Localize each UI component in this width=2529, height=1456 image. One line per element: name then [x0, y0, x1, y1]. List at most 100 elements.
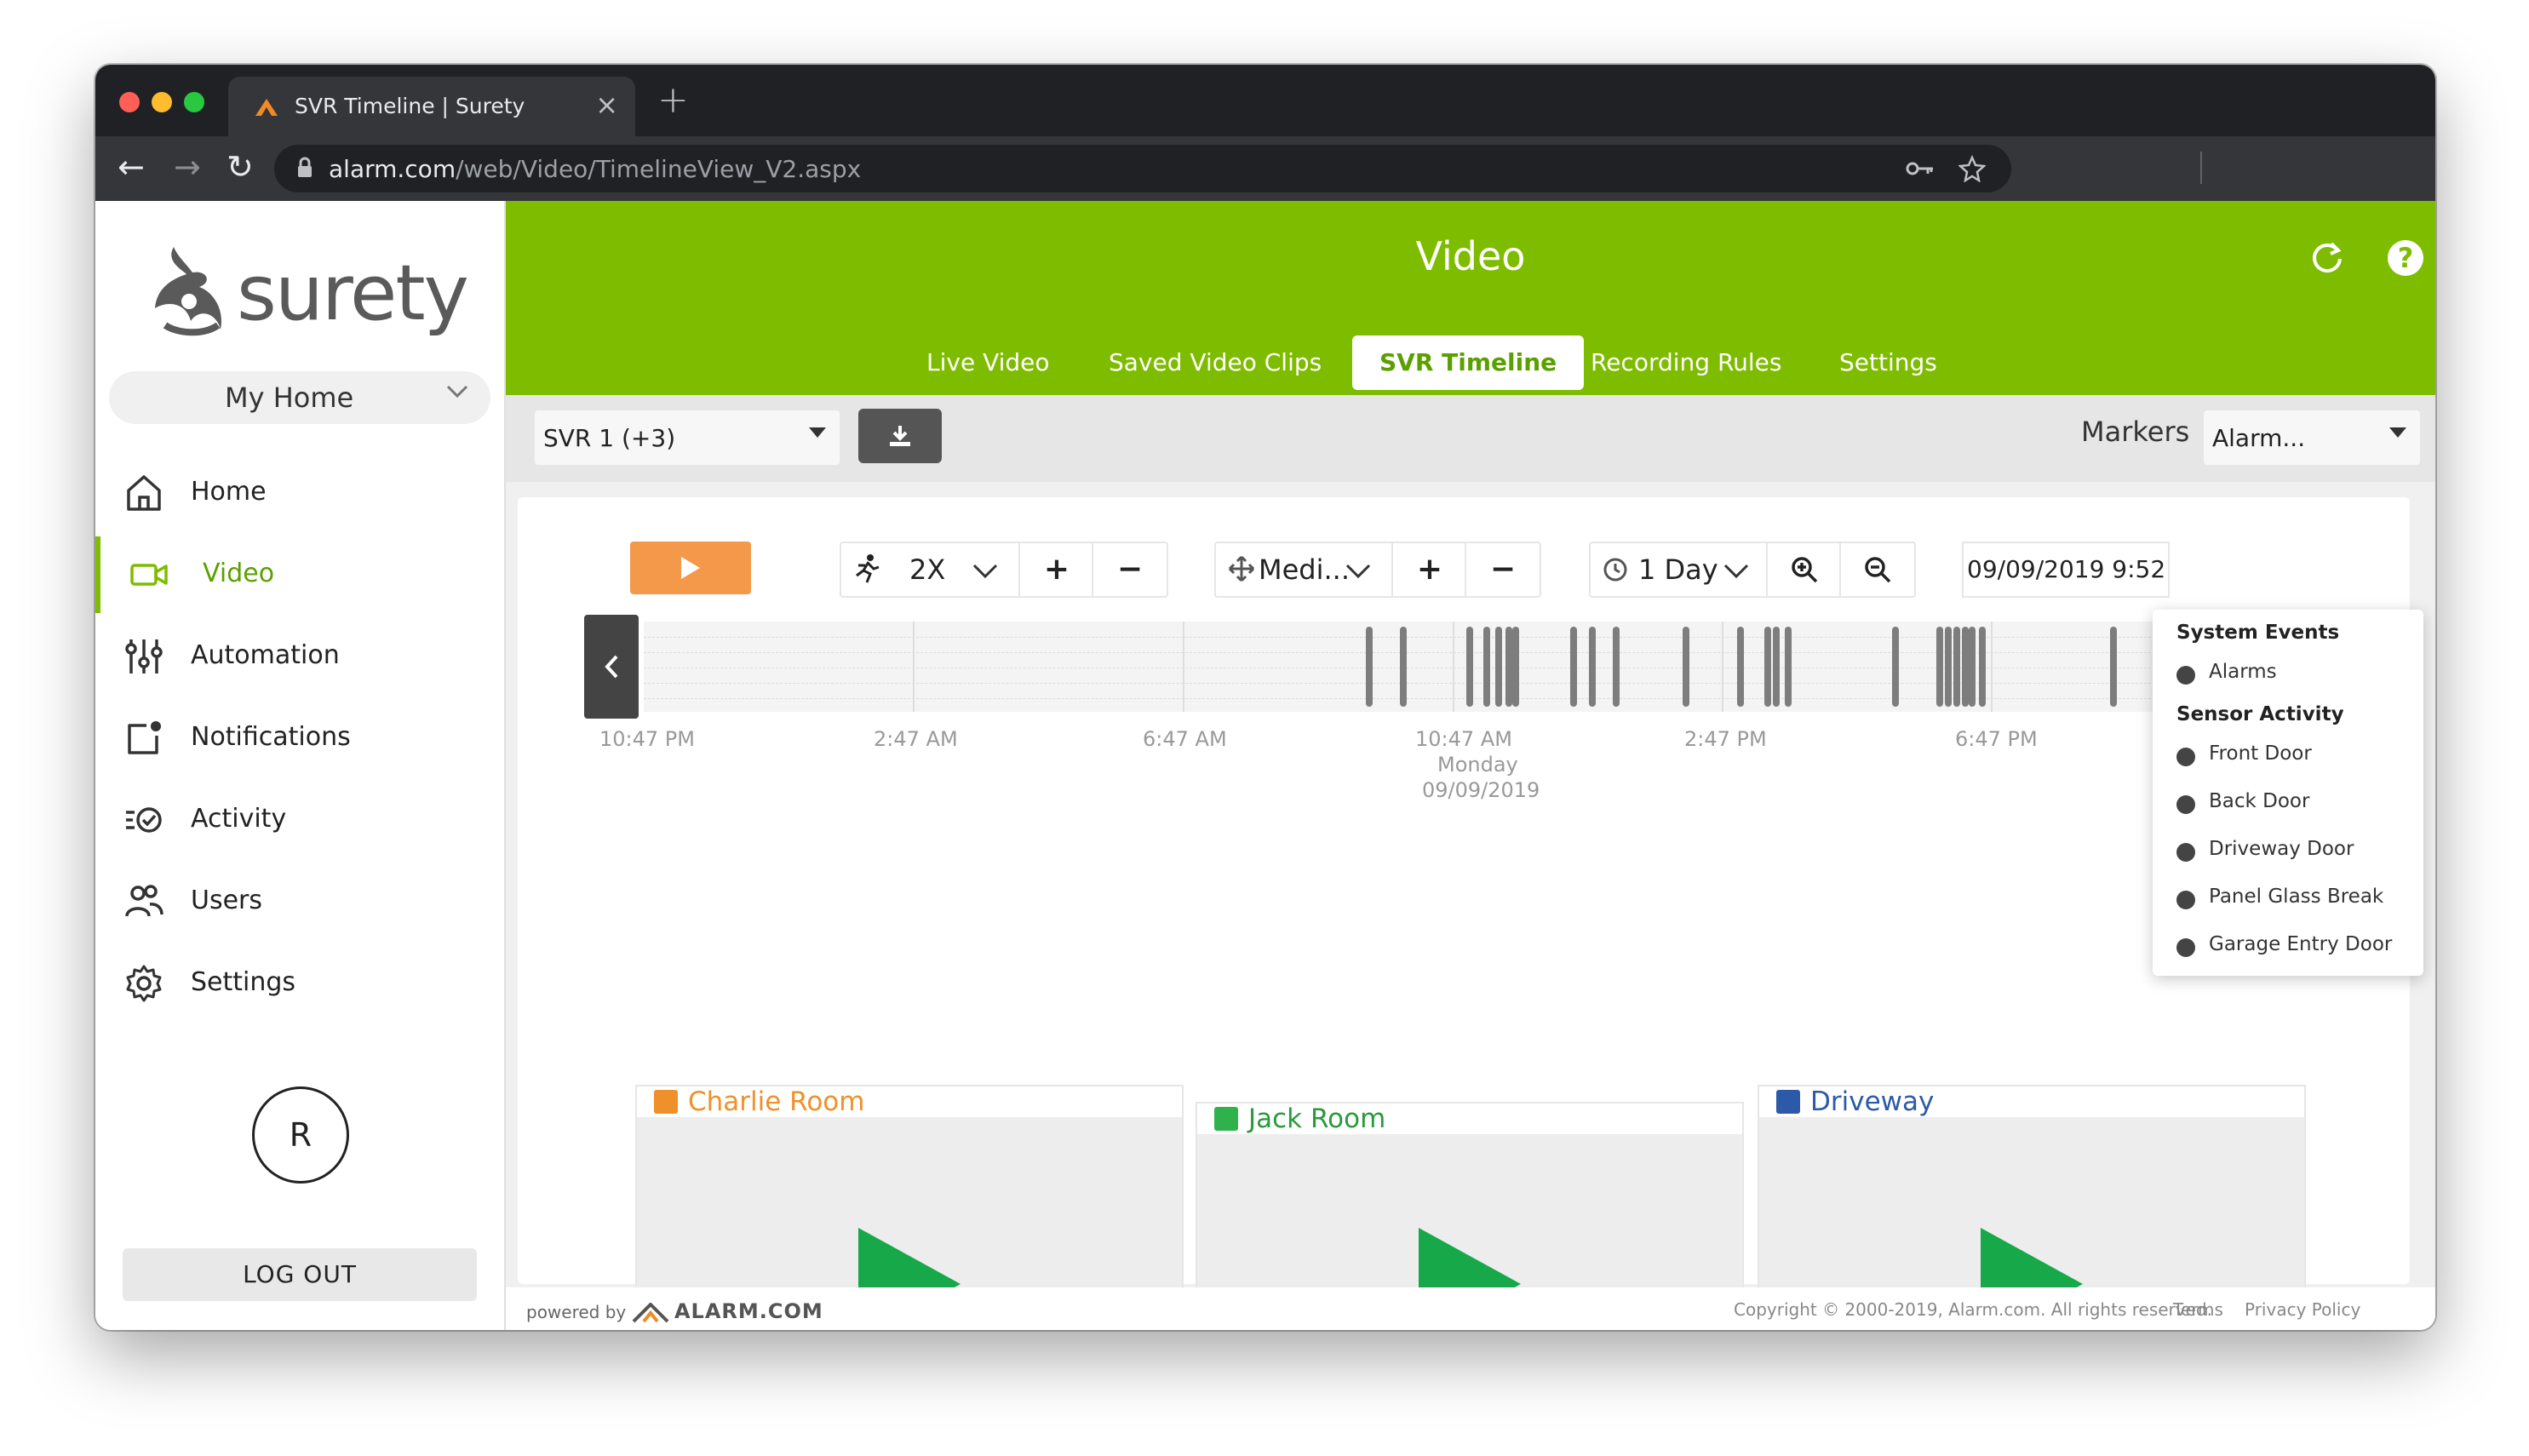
timeline-event-marker[interactable] [1589, 627, 1596, 707]
timeline-label: 2:47 AM [874, 727, 958, 751]
radio-dot-icon [2176, 843, 2195, 862]
markers-label: Markers [2081, 416, 2190, 448]
camera-color-swatch [1214, 1107, 1238, 1131]
play-all-button[interactable] [630, 542, 751, 594]
tab-live-video[interactable]: Live Video [899, 335, 1077, 390]
new-tab-button[interactable]: + [657, 78, 689, 122]
sidebar-item-label: Automation [191, 640, 340, 670]
copyright: Copyright © 2000-2019, Alarm.com. All ri… [1734, 1299, 2212, 1320]
chevron-left-icon [605, 655, 618, 679]
help-icon[interactable]: ? [2388, 240, 2423, 276]
timeline-event-marker[interactable] [1953, 627, 1960, 707]
camera-color-swatch [1776, 1090, 1800, 1114]
svr-select[interactable]: SVR 1 (+3) [535, 410, 840, 465]
timeline-label: 10:47 AM [1415, 727, 1512, 751]
zoom-in-button[interactable] [1766, 543, 1841, 596]
timeline-label: 10:47 PM [599, 727, 695, 751]
radio-dot-icon [2176, 795, 2195, 814]
sidebar-item-users[interactable]: Users [95, 863, 504, 940]
download-button[interactable] [858, 409, 942, 463]
timeline-event-marker[interactable] [2110, 627, 2117, 707]
timeline-label: 6:47 PM [1955, 727, 2038, 751]
timeline-event-marker[interactable] [1466, 627, 1473, 707]
surety-favicon-icon [255, 99, 278, 116]
chevron-down-icon[interactable] [1723, 564, 1749, 579]
key-icon[interactable] [1906, 158, 1935, 179]
privacy-policy-link[interactable]: Privacy Policy [2245, 1299, 2360, 1320]
markers-select[interactable]: Alarm... [2204, 410, 2420, 465]
timeline-label: 2:47 PM [1684, 727, 1767, 751]
timeline-event-marker[interactable] [1969, 627, 1976, 707]
timeline-event-marker[interactable] [1945, 627, 1952, 707]
timeline-event-marker[interactable] [1683, 627, 1689, 707]
markers-dropdown: System Events Alarms Sensor Activity Fro… [2153, 610, 2423, 976]
clock-icon [1603, 558, 1627, 582]
tab-svr-timeline[interactable]: SVR Timeline [1352, 335, 1585, 390]
camera-name: Driveway [1810, 1086, 1935, 1117]
timeline-event-marker[interactable] [1773, 627, 1780, 707]
minimize-window-button[interactable] [152, 92, 172, 112]
location-selector[interactable]: My Home [109, 371, 490, 424]
refresh-icon[interactable] [2309, 240, 2345, 276]
speed-increase-button[interactable]: + [1018, 543, 1093, 596]
zoom-out-button[interactable] [1839, 543, 1914, 596]
timeline-track[interactable] [644, 622, 2236, 712]
tab-settings[interactable]: Settings [1812, 335, 1964, 390]
timeline-back-button[interactable] [584, 615, 639, 719]
date-input[interactable]: 09/09/2019 9:52 [1962, 542, 2170, 598]
chevron-down-icon[interactable] [1345, 564, 1371, 579]
close-tab-icon[interactable]: × [595, 89, 618, 121]
avatar[interactable]: R [252, 1086, 349, 1184]
timeline-event-marker[interactable] [1962, 627, 1969, 707]
timeline-event-marker[interactable] [1400, 627, 1407, 707]
sidebar-item-notifications[interactable]: Notifications [95, 700, 504, 777]
forward-icon[interactable]: → [174, 148, 201, 186]
timeline-event-marker[interactable] [1570, 627, 1577, 707]
page-title: Video [1415, 233, 1526, 279]
back-icon[interactable]: ← [118, 148, 145, 186]
sidebar-item-video[interactable]: Video [95, 536, 509, 613]
tab-recording-rules[interactable]: Recording Rules [1563, 335, 1809, 390]
address-bar[interactable]: alarm.com/web/Video/TimelineView_V2.aspx [274, 145, 2011, 192]
timeline-event-marker[interactable] [1892, 627, 1899, 707]
terms-link[interactable]: Terms [2173, 1299, 2223, 1320]
sidebar-item-home[interactable]: Home [95, 455, 504, 531]
brand-name: surety [237, 249, 469, 338]
camera-name: Charlie Room [688, 1086, 865, 1117]
close-window-button[interactable] [119, 92, 140, 112]
timeline-event-marker[interactable] [1737, 627, 1744, 707]
browser-tab[interactable]: SVR Timeline | Surety × [228, 77, 635, 136]
timeline-event-marker[interactable] [1483, 627, 1490, 707]
tab-saved-video-clips[interactable]: Saved Video Clips [1081, 335, 1349, 390]
timeline-event-marker[interactable] [1936, 627, 1943, 707]
chevron-down-icon[interactable] [972, 564, 998, 579]
sidebar-item-activity[interactable]: Activity [95, 782, 504, 858]
timeline-event-marker[interactable] [1366, 627, 1373, 707]
bookmark-star-icon[interactable] [1958, 155, 1986, 182]
timeline-event-marker[interactable] [1512, 627, 1519, 707]
powered-by-text: powered by [526, 1302, 627, 1322]
sidebar-item-automation[interactable]: Automation [95, 618, 504, 695]
timeline-event-marker[interactable] [1495, 627, 1502, 707]
radio-dot-icon [2176, 938, 2195, 957]
logout-button[interactable]: LOG OUT [123, 1248, 477, 1301]
timeline-event-marker[interactable] [1613, 627, 1620, 707]
density-decrease-button[interactable]: − [1465, 543, 1540, 596]
timeline-event-marker[interactable] [1979, 627, 1986, 707]
timeline-event-marker[interactable] [1764, 627, 1771, 707]
timeline-day-label: Monday [1437, 753, 1518, 777]
timeline-event-marker[interactable] [1505, 627, 1512, 707]
reload-icon[interactable]: ↻ [227, 148, 254, 186]
users-icon [125, 885, 163, 917]
maximize-window-button[interactable] [184, 92, 204, 112]
timeline-gridline [644, 652, 2236, 653]
density-increase-button[interactable]: + [1391, 543, 1466, 596]
logout-label: LOG OUT [243, 1260, 357, 1288]
date-value: 09/09/2019 9:52 [1967, 555, 2166, 583]
timeline-gridline [644, 683, 2236, 684]
move-arrows-icon [1228, 555, 1255, 582]
speed-decrease-button[interactable]: − [1092, 543, 1167, 596]
timeline-event-marker[interactable] [1785, 627, 1792, 707]
marker-option-label: Driveway Door [2209, 838, 2354, 860]
sidebar-item-settings[interactable]: Settings [95, 945, 504, 1022]
